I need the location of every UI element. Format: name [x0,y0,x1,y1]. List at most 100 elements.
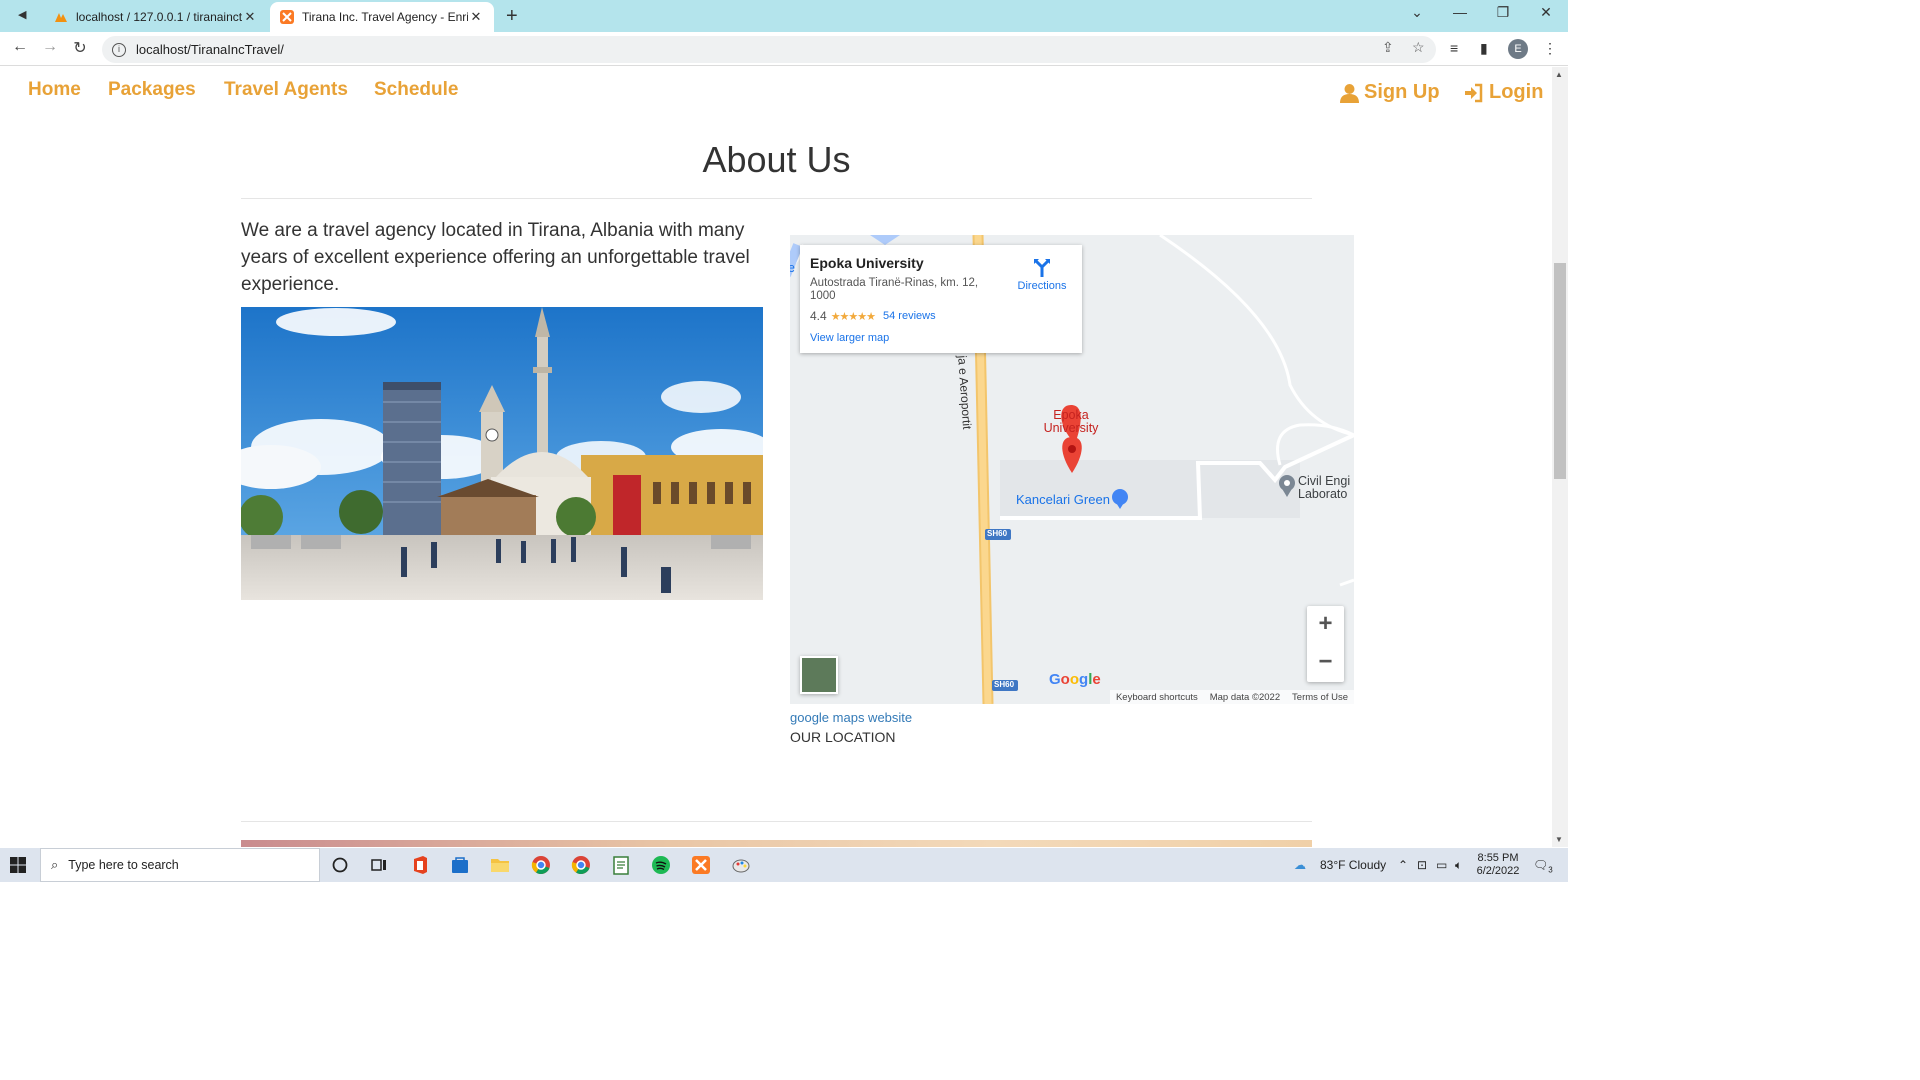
about-description: We are a travel agency located in Tirana… [241,220,750,295]
tab-title: localhost / 127.0.0.1 / tiranainctravel [76,10,242,24]
signup-link[interactable]: Sign Up [1340,81,1440,104]
signup-label: Sign Up [1364,81,1440,103]
notification-count: 3 [1548,865,1553,875]
profile-avatar[interactable]: E [1508,39,1528,59]
spotify-icon[interactable] [650,854,672,876]
network-icon[interactable]: ▭ [1436,858,1447,872]
windows-start-icon[interactable] [10,857,26,873]
zoom-control: + − [1307,606,1344,682]
rating-stars-icon: ★★★★★ [830,310,876,323]
cortana-icon[interactable] [329,854,351,876]
share-icon[interactable]: ⇪ [1382,39,1394,56]
divider [241,198,1312,199]
browser-tab-bar: ◀︎ localhost / 127.0.0.1 / tiranainctrav… [0,0,1568,32]
login-link[interactable]: Login [1464,81,1543,104]
tab-title: Tirana Inc. Travel Agency - Enriketa [302,10,468,24]
page-scrollbar[interactable]: ▲ ▼ [1552,67,1568,847]
notepad-icon[interactable] [610,854,632,876]
nav-packages[interactable]: Packages [108,79,196,101]
terms-link[interactable]: Terms of Use [1292,692,1348,703]
phpmyadmin-favicon-icon [55,13,67,22]
keyboard-shortcuts-link[interactable]: Keyboard shortcuts [1116,692,1198,703]
xampp-favicon-icon [280,10,294,24]
meet-now-icon[interactable]: ⊡ [1417,858,1427,872]
search-icon: ⌕ [51,857,59,872]
close-tab-icon[interactable]: ✕ [468,9,484,25]
show-hidden-icons-icon[interactable]: ⌃ [1398,858,1408,872]
tab-search-icon[interactable]: ⌄ [1402,4,1432,21]
kancelari-label[interactable]: Kancelari Green [1016,492,1110,507]
satellite-layer-toggle[interactable] [800,656,838,694]
office-icon[interactable] [409,854,431,876]
search-placeholder: Type here to search [68,858,179,872]
notification-center-icon[interactable]: 🗨︎3 [1533,858,1553,874]
rating-value: 4.4 [810,309,827,323]
new-tab-icon[interactable]: + [506,5,518,28]
side-panel-icon[interactable]: ▮ [1480,40,1488,57]
google-maps-website-link[interactable]: google maps website [790,710,912,725]
map-data-label: Map data ©2022 [1209,691,1281,703]
directions-button[interactable]: Directions [1012,257,1072,292]
civil-lab-label[interactable]: Civil Engi Laborato [1298,475,1354,501]
back-icon[interactable]: ← [10,38,30,56]
paint-icon[interactable] [730,854,752,876]
site-info-icon[interactable]: i [112,42,126,57]
tab-phpmyadmin[interactable]: localhost / 127.0.0.1 / tiranainctravel … [44,2,268,32]
place-rating: 4.4 ★★★★★ 54 reviews [810,309,1072,323]
menu-kebab-icon[interactable]: ⋮ [1543,40,1557,57]
tirana-square-photo [241,307,763,600]
route-badge: SH60 [987,529,1008,538]
task-view-icon[interactable] [368,854,390,876]
reading-list-icon[interactable]: ≡ [1450,40,1458,56]
nav-travel-agents[interactable]: Travel Agents [224,79,348,101]
nav-schedule[interactable]: Schedule [374,79,458,101]
store-icon[interactable] [449,854,471,876]
windows-taskbar: ⌕ Type here to search ☁ 83°F Cloudy ⌃ ⊡ … [0,848,1568,882]
system-clock[interactable]: 8:55 PM 6/2/2022 [1470,852,1526,878]
reviews-link[interactable]: 54 reviews [883,310,936,322]
mute-icon[interactable]: ◀︎ [18,8,34,24]
chrome-icon[interactable] [530,854,552,876]
url-text: localhost/TiranaIncTravel/ [136,42,284,57]
view-larger-map-link[interactable]: View larger map [810,332,1072,344]
close-window-icon[interactable]: ✕ [1531,4,1561,21]
directions-label: Directions [1017,280,1067,292]
browser-toolbar: ← → ↻ i localhost/TiranaIncTravel/ ⇪ ☆ ≡… [0,32,1568,66]
close-tab-icon[interactable]: ✕ [242,9,258,25]
zoom-out-button[interactable]: − [1307,644,1344,682]
map-footer: Keyboard shortcuts Map data ©2022 Terms … [1110,690,1354,704]
taskbar-search[interactable]: ⌕ Type here to search [40,848,320,882]
clock-time: 8:55 PM [1477,852,1519,864]
zoom-in-button[interactable]: + [1307,606,1344,644]
forward-icon[interactable]: → [40,38,60,56]
next-section-banner [241,840,1312,847]
scrollbar-thumb[interactable] [1554,263,1566,479]
nav-home[interactable]: Home [28,79,81,101]
pin-label: Epoka University [1043,408,1099,435]
our-location-label: OUR LOCATION [790,729,896,745]
chrome-profile-icon[interactable] [570,854,592,876]
restore-icon[interactable]: ❐ [1488,4,1518,21]
user-icon [1340,83,1359,103]
scroll-down-icon[interactable]: ▼ [1555,835,1563,844]
file-explorer-icon[interactable] [489,854,511,876]
web-page: Home Packages Travel Agents Schedule Sig… [0,67,1552,847]
weather-cloud-icon[interactable]: ☁ [1294,858,1306,872]
divider [241,821,1312,822]
xampp-icon[interactable] [690,854,712,876]
bookmark-star-icon[interactable]: ☆ [1412,39,1425,56]
login-icon [1465,83,1483,102]
google-map-embed[interactable]: e ja e Aeroportit SH60 SH60 Epoka Univer… [790,235,1354,704]
directions-icon [1034,259,1050,277]
scroll-up-icon[interactable]: ▲ [1555,70,1563,79]
weather-text[interactable]: 83°F Cloudy [1320,858,1386,872]
volume-icon[interactable]: 🔈︎ [1455,858,1462,873]
reload-icon[interactable]: ↻ [70,38,90,58]
map-edge-label: e [790,261,795,275]
route-badge: SH60 [994,680,1015,689]
google-logo: Google [1049,671,1101,688]
address-bar[interactable]: i localhost/TiranaIncTravel/ [102,36,1436,63]
minimize-icon[interactable]: — [1445,4,1475,20]
tab-tirana-travel[interactable]: Tirana Inc. Travel Agency - Enriketa ✕ [270,2,494,32]
about-heading: About Us [702,139,851,180]
